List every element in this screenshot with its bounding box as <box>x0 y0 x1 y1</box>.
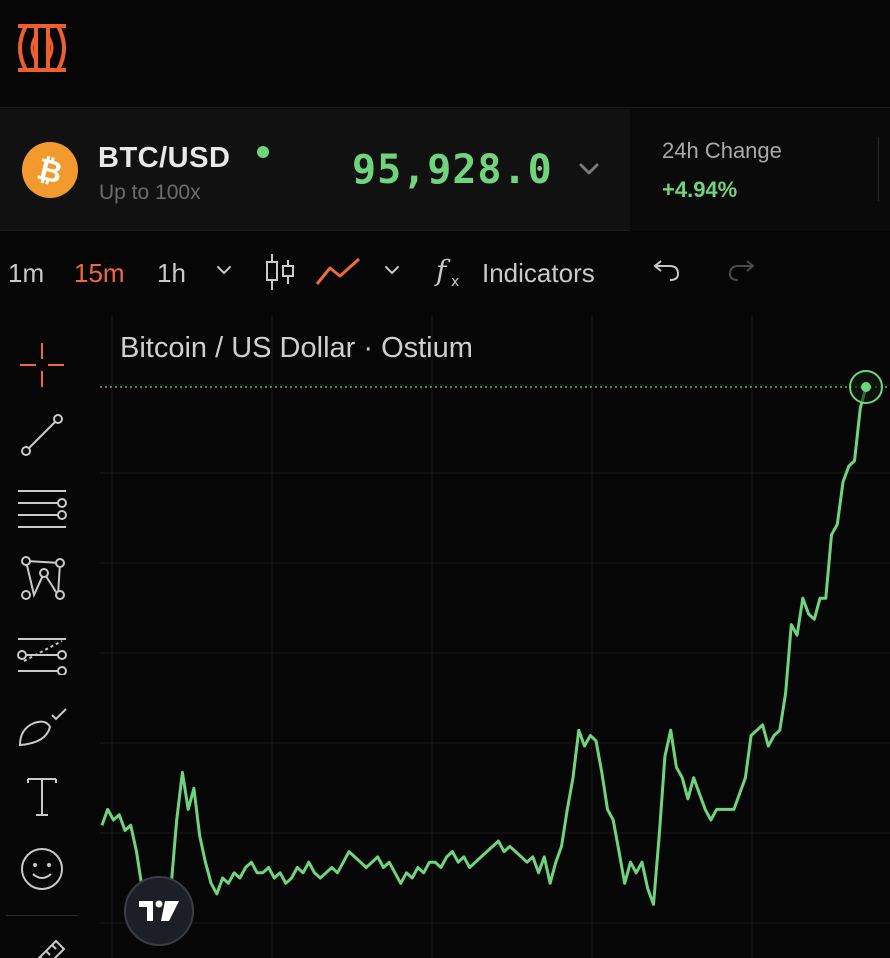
price-chart[interactable] <box>100 315 890 958</box>
ticker-divider <box>878 137 879 201</box>
pair-symbol[interactable]: BTC/USD <box>98 142 230 175</box>
change-label: 24h Change <box>662 138 782 163</box>
indicators-button[interactable]: Indicators <box>482 258 595 289</box>
live-status-dot <box>257 146 269 158</box>
chart-title: Bitcoin / US Dollar · Ostium <box>120 332 473 364</box>
toolbar-divider <box>6 915 78 916</box>
interval-1h[interactable]: 1h <box>157 258 186 289</box>
svg-text:f: f <box>434 254 451 287</box>
crosshair-icon[interactable] <box>16 339 68 391</box>
ostium-logo-icon[interactable] <box>16 22 68 74</box>
chart-type-chevron-down-icon[interactable] <box>382 262 402 278</box>
svg-text:x: x <box>451 274 459 290</box>
bitcoin-icon: ₿ <box>22 142 78 198</box>
brush-icon[interactable] <box>16 701 68 753</box>
ticker-header[interactable]: ₿ BTC/USD Up to 100x 95,928.0 24h Change… <box>0 109 890 231</box>
ruler-icon[interactable] <box>16 929 68 958</box>
interval-chevron-down-icon[interactable] <box>214 262 234 278</box>
chart-toolbar: 1m 15m 1h f x Indicators <box>0 232 890 314</box>
emoji-icon[interactable] <box>16 843 68 895</box>
top-bar <box>0 0 890 108</box>
chevron-down-icon[interactable] <box>578 161 600 177</box>
last-price-marker <box>861 382 871 392</box>
interval-1m[interactable]: 1m <box>8 258 44 289</box>
redo-icon[interactable] <box>726 258 758 286</box>
pattern-icon[interactable] <box>16 553 68 605</box>
svg-text:₿: ₿ <box>35 152 65 188</box>
tradingview-logo-icon[interactable] <box>124 876 194 946</box>
projection-icon[interactable] <box>16 627 68 679</box>
interval-15m[interactable]: 15m <box>74 258 125 289</box>
change-value: +4.94% <box>662 177 738 202</box>
line-chart-icon[interactable] <box>314 254 362 290</box>
price-series-line <box>100 386 868 906</box>
change-panel <box>630 109 890 231</box>
trend-line-icon[interactable] <box>16 409 68 461</box>
undo-icon[interactable] <box>650 258 682 286</box>
fib-lines-icon[interactable] <box>16 483 68 535</box>
leverage-label: Up to 100x <box>99 181 201 204</box>
current-price: 95,928.0 <box>352 147 553 193</box>
indicators-fx-icon[interactable]: f x <box>434 252 468 290</box>
candlestick-icon[interactable] <box>263 252 297 292</box>
text-tool-icon[interactable] <box>16 771 68 823</box>
drawing-toolbar <box>0 315 84 958</box>
